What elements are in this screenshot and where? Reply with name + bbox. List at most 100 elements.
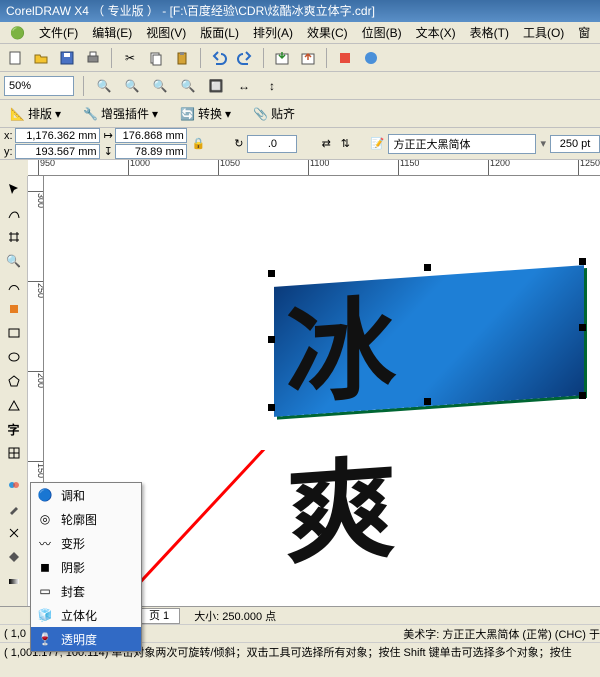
redo-icon[interactable] [234, 47, 256, 69]
zoom-height-icon[interactable]: ↕ [261, 75, 283, 97]
plugin-docker[interactable]: 🔧 增强插件 ▾ [77, 103, 164, 124]
zoom-width-icon[interactable]: ↔ [233, 75, 255, 97]
zoom-in-icon[interactable]: 🔍 [93, 75, 115, 97]
horizontal-ruler: 950 1000 1050 1100 1150 1200 1250 [28, 160, 600, 176]
property-bar: x: y: ↦ ↧ 🔒 ↻ ⇄ ⇅ 📝 ▾ [0, 128, 600, 160]
extrude-icon: 🧊 [37, 607, 53, 623]
menu-view[interactable]: 视图(V) [140, 22, 192, 43]
mirror-v-icon[interactable]: ⇅ [338, 133, 353, 155]
font-size-input[interactable] [550, 135, 600, 153]
zoom-out-icon[interactable]: 🔍 [121, 75, 143, 97]
convert-docker[interactable]: 🔄 转换 ▾ [174, 103, 237, 124]
fill-tool-icon[interactable] [3, 546, 25, 568]
flyout-extrude[interactable]: 🧊立体化 [31, 603, 141, 627]
menu-edit[interactable]: 编辑(E) [86, 22, 138, 43]
selection-handle[interactable] [579, 392, 586, 399]
y-position-input[interactable] [15, 144, 100, 159]
basic-shapes-icon[interactable] [3, 394, 25, 416]
height-input[interactable] [115, 144, 187, 159]
flyout-envelope[interactable]: ▭封套 [31, 579, 141, 603]
print-icon[interactable] [82, 47, 104, 69]
distort-icon: 〰 [37, 535, 53, 551]
cut-icon[interactable]: ✂ [119, 47, 141, 69]
interactive-blend-icon[interactable] [3, 474, 25, 496]
zoom-tool-icon[interactable]: 🔍 [3, 250, 25, 272]
selection-handle[interactable] [268, 336, 275, 343]
interactive-tool-flyout: 🔵调和 ◎轮廓图 〰变形 ◼阴影 ▭封套 🧊立体化 🍷透明度 [30, 482, 142, 652]
rotation-input[interactable] [247, 135, 297, 153]
new-icon[interactable] [4, 47, 26, 69]
zoom-selection-icon[interactable]: 🔍 [149, 75, 171, 97]
zoom-page-icon[interactable]: 🔲 [205, 75, 227, 97]
save-icon[interactable] [56, 47, 78, 69]
transparency-icon: 🍷 [37, 631, 53, 647]
app-launcher-icon[interactable] [334, 47, 356, 69]
ruler-tick: 250 [28, 281, 44, 298]
text-tool-icon[interactable]: 字 [3, 418, 25, 440]
width-input[interactable] [115, 128, 187, 143]
selection-handle[interactable] [268, 404, 275, 411]
page-tab[interactable]: 页 1 [138, 608, 180, 624]
arrange-docker[interactable]: 📐 排版 ▾ [4, 103, 67, 124]
flyout-shadow[interactable]: ◼阴影 [31, 555, 141, 579]
undo-icon[interactable] [208, 47, 230, 69]
zoom-all-icon[interactable]: 🔍 [177, 75, 199, 97]
rectangle-tool-icon[interactable] [3, 322, 25, 344]
welcome-icon[interactable] [360, 47, 382, 69]
menu-text[interactable]: 文本(X) [410, 22, 462, 43]
selection-handle[interactable] [424, 264, 431, 271]
x-position-input[interactable] [15, 128, 100, 143]
freehand-tool-icon[interactable] [3, 274, 25, 296]
zoom-level-input[interactable] [4, 76, 74, 96]
table-tool-icon[interactable] [3, 442, 25, 464]
flyout-distort[interactable]: 〰变形 [31, 531, 141, 555]
selection-handle[interactable] [579, 324, 586, 331]
menu-arrange[interactable]: 排列(A) [247, 22, 299, 43]
align-docker[interactable]: 📎 贴齐 [247, 103, 301, 124]
eyedropper-tool-icon[interactable] [3, 498, 25, 520]
flyout-blend[interactable]: 🔵调和 [31, 483, 141, 507]
outline-tool-icon[interactable] [3, 522, 25, 544]
selection-handle[interactable] [579, 258, 586, 265]
contour-icon: ◎ [37, 511, 53, 527]
smartfill-tool-icon[interactable] [3, 298, 25, 320]
toolbox: 🔍 字 [0, 176, 28, 606]
shadow-icon: ◼ [37, 559, 53, 575]
pick-tool-icon[interactable] [3, 178, 25, 200]
flyout-transparency[interactable]: 🍷透明度 [31, 627, 141, 651]
ellipse-tool-icon[interactable] [3, 346, 25, 368]
selection-handle[interactable] [424, 398, 431, 405]
ruler-tick: 1150 [398, 160, 419, 176]
open-icon[interactable] [30, 47, 52, 69]
polygon-tool-icon[interactable] [3, 370, 25, 392]
separator [200, 48, 201, 68]
flyout-contour[interactable]: ◎轮廓图 [31, 507, 141, 531]
separator [263, 48, 264, 68]
lock-ratio-icon[interactable]: 🔒 [191, 133, 207, 155]
size-readout: 大小: 250.000 点 [194, 608, 276, 624]
export-icon[interactable] [297, 47, 319, 69]
font-family-select[interactable] [388, 134, 536, 154]
width-icon: ↦ [104, 129, 113, 142]
status-object-info: 美术字: 方正正大黑简体 (正常) (CHC) 于 [403, 626, 600, 642]
shape-tool-icon[interactable] [3, 202, 25, 224]
ruler-tick: 1250 [578, 160, 600, 176]
copy-icon[interactable] [145, 47, 167, 69]
menu-tools[interactable]: 工具(O) [517, 22, 570, 43]
interactive-fill-icon[interactable] [3, 570, 25, 592]
title-bar: CorelDRAW X4 （ 专业版 ） - [F:\百度经验\CDR\炫酷冰爽… [0, 0, 600, 22]
crop-tool-icon[interactable] [3, 226, 25, 248]
menu-effects[interactable]: 效果(C) [301, 22, 354, 43]
menu-layout[interactable]: 版面(L) [194, 22, 245, 43]
envelope-icon: ▭ [37, 583, 53, 599]
paste-icon[interactable] [171, 47, 193, 69]
menu-file[interactable]: 文件(F) [33, 22, 84, 43]
selection-handle[interactable] [268, 270, 275, 277]
menu-table[interactable]: 表格(T) [464, 22, 515, 43]
y-label: y: [4, 146, 13, 158]
menu-window[interactable]: 窗 [572, 22, 596, 43]
menu-bitmap[interactable]: 位图(B) [356, 22, 408, 43]
ruler-tick: 1000 [128, 160, 150, 176]
mirror-h-icon[interactable]: ⇄ [319, 133, 334, 155]
import-icon[interactable] [271, 47, 293, 69]
